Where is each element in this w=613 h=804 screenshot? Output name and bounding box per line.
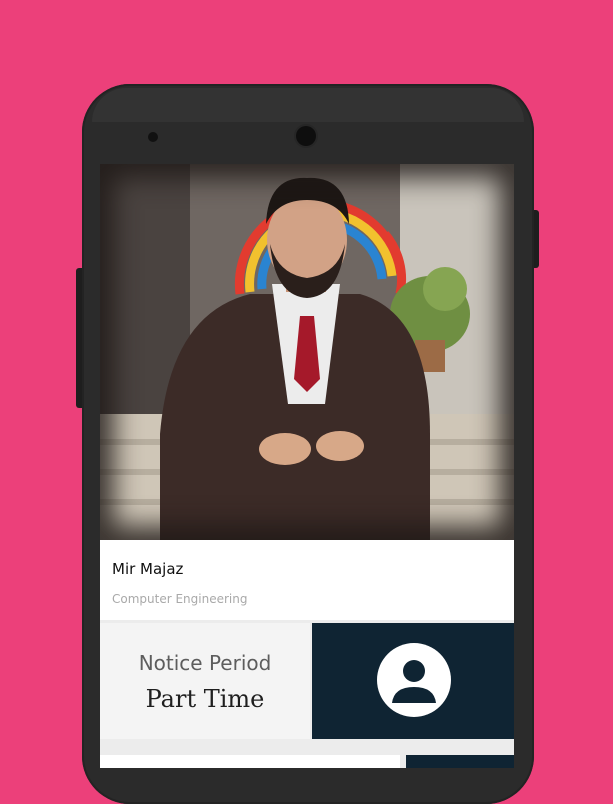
next-card-peek [100, 755, 400, 768]
profile-photo-image [100, 164, 514, 540]
phone-sensor [148, 132, 158, 142]
account-circle-icon[interactable] [377, 643, 451, 717]
phone-screen: Mir Majaz Computer Engineering Notice Pe… [100, 164, 514, 768]
profile-name: Mir Majaz [112, 560, 184, 578]
profile-info-card: Mir Majaz Computer Engineering [100, 540, 514, 620]
phone-front-camera [296, 126, 316, 146]
avatar-card[interactable] [312, 623, 514, 739]
status-card: Notice Period Part Time [100, 623, 310, 739]
status-value: Part Time [145, 685, 265, 713]
status-label: Notice Period [138, 651, 272, 675]
next-card-peek-dark [406, 755, 514, 768]
phone-bezel [92, 88, 524, 122]
profile-photo [100, 164, 514, 540]
profile-department: Computer Engineering [112, 592, 248, 606]
